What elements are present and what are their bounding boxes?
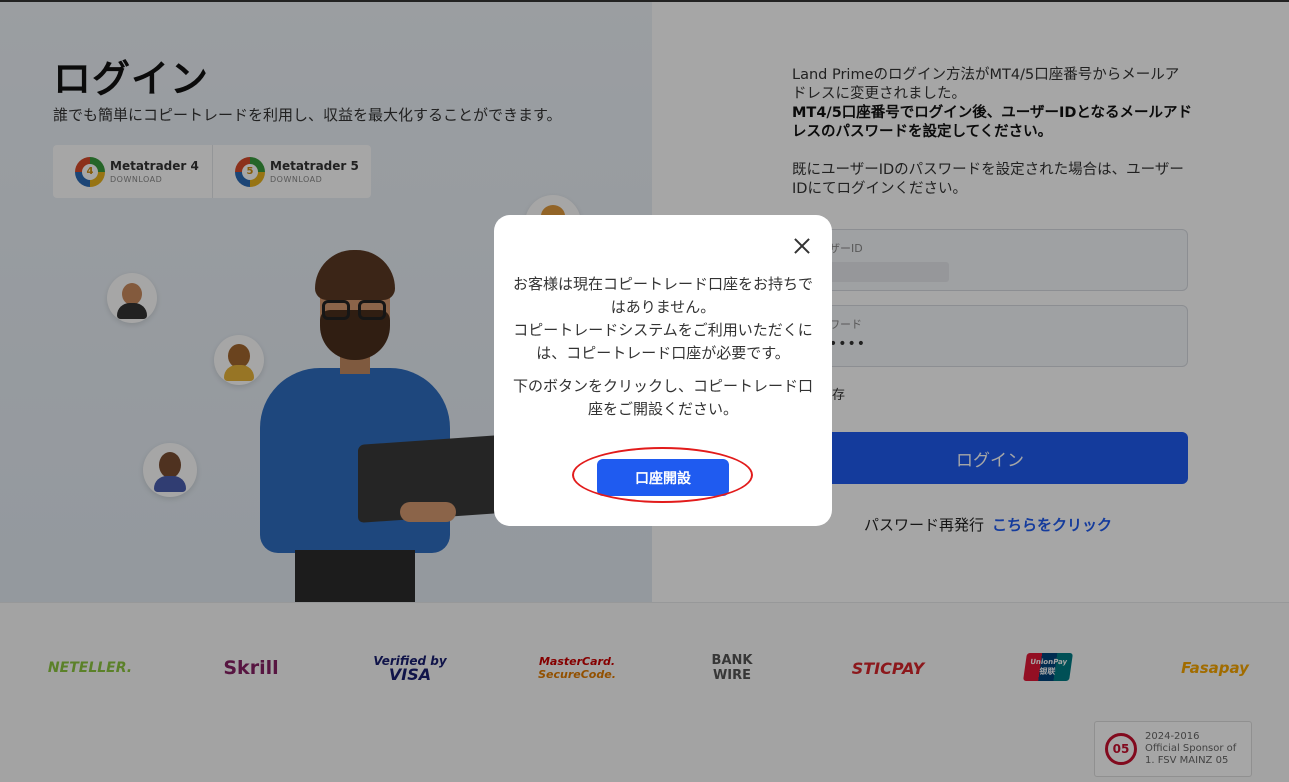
close-icon[interactable] <box>791 235 813 257</box>
modal-message-p1: お客様は現在コピートレード口座をお持ちではありません。 コピートレードシステムを… <box>512 275 813 362</box>
open-account-button[interactable]: 口座開設 <box>597 459 729 496</box>
modal-message-p2: 下のボタンをクリックし、コピートレード口座をご開設ください。 <box>512 377 813 418</box>
copy-trade-account-modal: お客様は現在コピートレード口座をお持ちではありません。 コピートレードシステムを… <box>494 215 832 526</box>
modal-message: お客様は現在コピートレード口座をお持ちではありません。 コピートレードシステムを… <box>510 273 816 421</box>
